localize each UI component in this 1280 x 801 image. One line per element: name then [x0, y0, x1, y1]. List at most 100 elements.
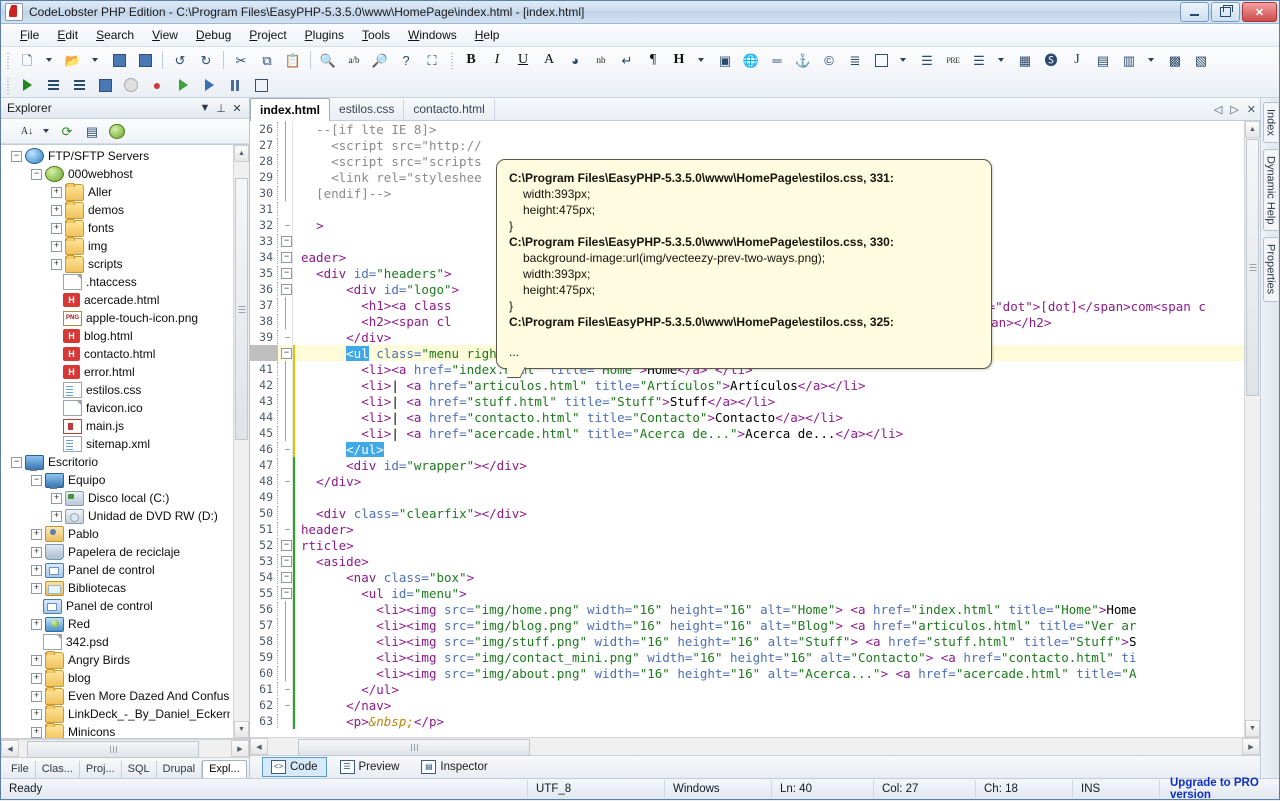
new-file-icon[interactable]: 🗋: [15, 48, 39, 72]
heading-icon[interactable]: H: [667, 48, 691, 72]
code-line[interactable]: 58 <li><img src="img/stuff.png" width="1…: [250, 633, 1244, 649]
collapse-icon[interactable]: −: [11, 457, 22, 468]
fold-collapse-icon[interactable]: −: [281, 252, 292, 263]
close-panel-icon[interactable]: ✕: [229, 100, 245, 116]
fold-margin[interactable]: −: [278, 249, 293, 265]
tree-node[interactable]: +LinkDeck_-_By_Daniel_Eckerman: [1, 705, 234, 723]
explorer-horizontal-scrollbar[interactable]: ◀ ▶: [1, 739, 249, 757]
italic-icon[interactable]: I: [485, 48, 509, 72]
close-button[interactable]: ✕: [1242, 2, 1277, 22]
align-icon[interactable]: ≣: [843, 48, 867, 72]
fold-margin[interactable]: [278, 489, 293, 505]
expand-icon[interactable]: +: [31, 565, 42, 576]
fold-margin[interactable]: [278, 521, 293, 537]
tree-node[interactable]: main.js: [1, 417, 234, 435]
color-icon[interactable]: ◕: [563, 48, 587, 72]
editor-scroll-right-icon[interactable]: ▶: [1242, 738, 1260, 755]
paragraph-icon[interactable]: ¶: [641, 48, 665, 72]
fold-margin[interactable]: −: [278, 345, 293, 361]
editor-tab-contacto-html[interactable]: contacto.html: [404, 99, 494, 120]
maximize-button[interactable]: [1211, 2, 1240, 22]
tree-node[interactable]: +img: [1, 237, 234, 255]
expand-icon[interactable]: +: [51, 223, 62, 234]
menu-item-debug[interactable]: Debug: [187, 25, 240, 45]
continue-icon[interactable]: [197, 73, 221, 97]
debug-toolbar-grip[interactable]: [4, 76, 12, 94]
toolbar-grip[interactable]: [4, 51, 12, 69]
menu-item-file[interactable]: File: [11, 25, 48, 45]
fold-margin[interactable]: [278, 185, 293, 201]
sort-az-icon[interactable]: A↓: [15, 120, 39, 142]
menu-item-view[interactable]: View: [143, 25, 187, 45]
step-over-icon[interactable]: [67, 73, 91, 97]
font-icon[interactable]: A: [537, 48, 561, 72]
anchor-icon[interactable]: ⚓: [791, 48, 815, 72]
insert-dropdown-icon[interactable]: [1143, 48, 1161, 72]
expand-icon[interactable]: +: [31, 673, 42, 684]
tree-node[interactable]: +Even More Dazed And Confused: [1, 687, 234, 705]
fold-margin[interactable]: [278, 409, 293, 425]
table-icon[interactable]: ▦: [1013, 48, 1037, 72]
tree-node[interactable]: −000webhost: [1, 165, 234, 183]
editor-tab-estilos-css[interactable]: estilos.css: [330, 99, 404, 120]
tree-node[interactable]: +Red: [1, 615, 234, 633]
paste-icon[interactable]: 📋: [281, 48, 305, 72]
tab-scroll-right-icon[interactable]: ▷: [1230, 103, 1238, 116]
nbsp-icon[interactable]: nb: [589, 48, 613, 72]
fold-margin[interactable]: [278, 329, 293, 345]
expand-icon[interactable]: +: [51, 493, 62, 504]
new-file-dropdown-icon[interactable]: [41, 48, 59, 72]
fold-margin[interactable]: [278, 137, 293, 153]
tree-node[interactable]: +Disco local (C:): [1, 489, 234, 507]
editor-vertical-scrollbar[interactable]: ▲ ▼: [1244, 121, 1260, 737]
status-line-endings[interactable]: Windows: [665, 780, 772, 798]
fold-collapse-icon[interactable]: −: [281, 540, 292, 551]
fold-margin[interactable]: [278, 441, 293, 457]
script-icon[interactable]: 🅢: [1039, 48, 1063, 72]
fullscreen-icon[interactable]: ⛶: [420, 48, 444, 72]
tree-node[interactable]: Hcontacto.html: [1, 345, 234, 363]
fold-margin[interactable]: [278, 697, 293, 713]
step-into-icon[interactable]: [41, 73, 65, 97]
code-editor[interactable]: 26 --[if lte IE 8]>27 <script src="http:…: [250, 121, 1244, 737]
tree-node[interactable]: +demos: [1, 201, 234, 219]
minimize-button[interactable]: [1180, 2, 1209, 22]
tree-node[interactable]: 342.psd: [1, 633, 234, 651]
fold-margin[interactable]: [278, 633, 293, 649]
editor-scroll-up-icon[interactable]: ▲: [1245, 121, 1260, 138]
panel-menu-icon[interactable]: ▼: [197, 100, 213, 116]
menu-item-help[interactable]: Help: [466, 25, 509, 45]
list-dropdown-icon[interactable]: [993, 48, 1011, 72]
menu-item-project[interactable]: Project: [240, 25, 295, 45]
menu-item-windows[interactable]: Windows: [399, 25, 466, 45]
save-all-icon[interactable]: [133, 48, 157, 72]
tree-node[interactable]: +Panel de control: [1, 561, 234, 579]
image-icon[interactable]: ▣: [713, 48, 737, 72]
fold-margin[interactable]: [278, 201, 293, 217]
tree-node[interactable]: −FTP/SFTP Servers: [1, 147, 234, 165]
code-line[interactable]: 62 </nav>: [250, 697, 1244, 713]
breakpoint-icon[interactable]: ●: [145, 73, 169, 97]
panel-tab-expl-[interactable]: Expl...: [202, 760, 247, 779]
sort-dropdown-icon[interactable]: [40, 120, 54, 142]
expand-icon[interactable]: +: [31, 691, 42, 702]
code-line[interactable]: 52−rticle>: [250, 537, 1244, 553]
find-in-files-icon[interactable]: 🔎: [368, 48, 392, 72]
scroll-up-icon[interactable]: ▲: [234, 145, 249, 162]
code-line[interactable]: 27 <script src="http://: [250, 137, 1244, 153]
tree-node[interactable]: PNGapple-touch-icon.png: [1, 309, 234, 327]
right-tab-dynamic-help[interactable]: Dynamic Help: [1263, 149, 1278, 231]
pause-icon[interactable]: [223, 73, 247, 97]
pin-icon[interactable]: ⊥: [213, 100, 229, 116]
code-line[interactable]: 47 <div id="wrapper"></div>: [250, 457, 1244, 473]
run-to-cursor-icon[interactable]: [171, 73, 195, 97]
code-line[interactable]: 55− <ul id="menu">: [250, 585, 1244, 601]
justify-icon[interactable]: ☰: [915, 48, 939, 72]
fold-margin[interactable]: [278, 665, 293, 681]
explorer-scroll-thumb[interactable]: [235, 178, 248, 440]
expand-icon[interactable]: +: [31, 583, 42, 594]
right-tab-properties[interactable]: Properties: [1263, 237, 1278, 301]
explorer-vertical-scrollbar[interactable]: ▲ ▼: [233, 145, 249, 738]
expand-icon[interactable]: +: [51, 187, 62, 198]
tab-close-icon[interactable]: ✕: [1247, 103, 1256, 116]
